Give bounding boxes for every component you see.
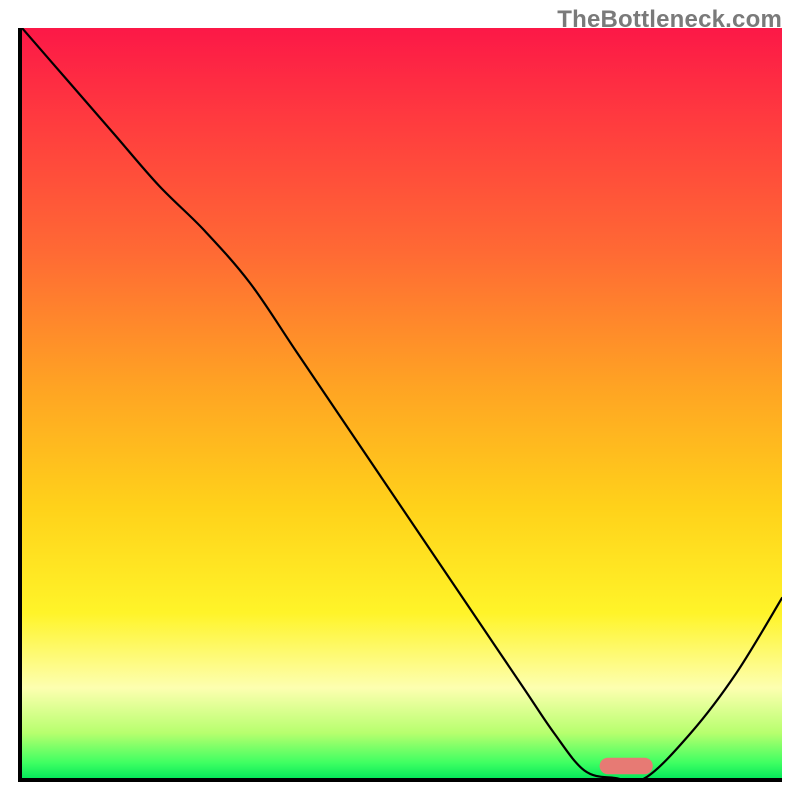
plot-area bbox=[18, 28, 782, 782]
watermark-text: TheBottleneck.com bbox=[557, 6, 782, 34]
optimal-marker bbox=[600, 758, 653, 775]
curve-line bbox=[22, 28, 782, 778]
bottleneck-curve bbox=[22, 28, 782, 778]
